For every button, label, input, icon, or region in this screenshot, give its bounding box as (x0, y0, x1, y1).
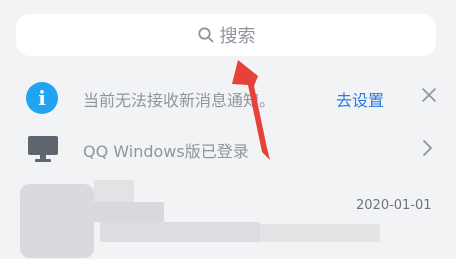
blurred-content (94, 202, 164, 222)
search-label: 搜索 (219, 26, 256, 47)
search-box[interactable]: 搜索 (16, 14, 436, 56)
qq-windows-login-row[interactable]: QQ Windows版已登录 (0, 122, 456, 174)
monitor-icon (26, 134, 60, 164)
search-icon (197, 26, 215, 44)
chat-list-item[interactable]: 2020-01-01 (0, 174, 456, 259)
blurred-content (100, 222, 260, 242)
info-icon: i (26, 82, 58, 114)
notice-text: 当前无法接收新消息通知。 (83, 91, 276, 110)
chat-date: 2020-01-01 (356, 198, 432, 213)
go-settings-link[interactable]: 去设置 (336, 87, 384, 111)
login-status-text: QQ Windows版已登录 (83, 142, 249, 161)
chevron-right-icon (421, 138, 433, 158)
close-icon[interactable] (420, 86, 438, 104)
notification-banner: i 当前无法接收新消息通知。 去设置 (0, 72, 456, 122)
avatar (20, 184, 94, 258)
search-bar-area: 搜索 (0, 0, 456, 70)
blurred-content (260, 224, 380, 242)
